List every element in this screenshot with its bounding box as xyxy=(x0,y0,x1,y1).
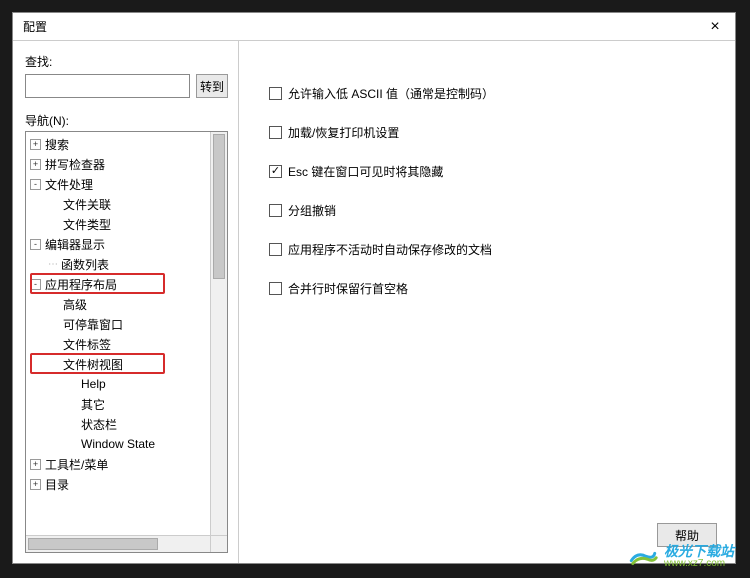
tree-item-label: 工具栏/菜单 xyxy=(45,456,108,473)
tree-item[interactable]: 高级 xyxy=(28,294,225,314)
search-input[interactable] xyxy=(25,74,190,98)
tree-item-label: Window State xyxy=(81,437,155,451)
tree-item[interactable]: 其它 xyxy=(28,394,225,414)
tree-item-label: 目录 xyxy=(45,476,69,493)
tree-item-label: Help xyxy=(81,377,106,391)
tree-item[interactable]: 可停靠窗口 xyxy=(28,314,225,334)
checkbox[interactable] xyxy=(269,126,282,139)
right-panel: 允许输入低 ASCII 值（通常是控制码） 加载/恢复打印机设置 Esc 键在窗口可… xyxy=(239,41,735,563)
option-row: 合并行时保留行首空格 xyxy=(269,280,715,297)
goto-button[interactable]: 转到 xyxy=(196,74,228,98)
option-row: 允许输入低 ASCII 值（通常是控制码） xyxy=(269,85,715,102)
close-button[interactable]: × xyxy=(699,16,731,38)
tree-scrollbar-horizontal[interactable] xyxy=(26,535,210,552)
tree-item-label: 文件标签 xyxy=(63,336,111,353)
tree-item-label: 编辑器显示 xyxy=(45,236,105,253)
tree-item[interactable]: 文件类型 xyxy=(28,214,225,234)
option-label: 加载/恢复打印机设置 xyxy=(288,124,399,141)
option-row: 分组撤销 xyxy=(269,202,715,219)
tree-item[interactable]: ⋯ 函数列表 xyxy=(28,254,225,274)
tree-item[interactable]: + 拼写检查器 xyxy=(28,154,225,174)
options-list: 允许输入低 ASCII 值（通常是控制码） 加载/恢复打印机设置 Esc 键在窗口可… xyxy=(269,85,715,297)
nav-label: 导航(N): xyxy=(25,112,228,129)
checkbox[interactable] xyxy=(269,165,282,178)
tree-item-label: 可停靠窗口 xyxy=(63,316,123,333)
option-row: 加载/恢复打印机设置 xyxy=(269,124,715,141)
tree-item[interactable]: + 搜索 xyxy=(28,134,225,154)
tree-item-label: 文件关联 xyxy=(63,196,111,213)
tree-item-label: 状态栏 xyxy=(81,416,117,433)
tree-item-label: 其它 xyxy=(81,396,105,413)
tree-item-label: 文件类型 xyxy=(63,216,111,233)
titlebar: 配置 × xyxy=(13,13,735,41)
tree-item[interactable]: + 工具栏/菜单 xyxy=(28,454,225,474)
expand-icon[interactable]: + xyxy=(30,159,41,170)
tree-item[interactable]: Help xyxy=(28,374,225,394)
tree-item-label: 搜索 xyxy=(45,136,69,153)
checkbox[interactable] xyxy=(269,204,282,217)
tree-item[interactable]: 状态栏 xyxy=(28,414,225,434)
option-label: 允许输入低 ASCII 值（通常是控制码） xyxy=(288,85,494,102)
tree-item-label: 拼写检查器 xyxy=(45,156,105,173)
option-label: 分组撤销 xyxy=(288,202,336,219)
tree-scrollbar-vertical[interactable] xyxy=(210,132,227,535)
tree-item[interactable]: -文件处理 xyxy=(28,174,225,194)
expand-icon[interactable]: + xyxy=(30,459,41,470)
tree-content: +搜索+拼写检查器-文件处理文件关联文件类型-编辑器显示⋯函数列表-应用程序布局… xyxy=(26,132,227,496)
left-panel: 查找: 转到 导航(N): +搜索+拼写检查器-文件处理文件关联文件类型-编辑器… xyxy=(13,41,239,563)
search-row: 转到 xyxy=(25,74,228,98)
scroll-thumb[interactable] xyxy=(28,538,158,550)
collapse-icon[interactable]: - xyxy=(30,179,41,190)
option-label: 应用程序不活动时自动保存修改的文档 xyxy=(288,241,492,258)
option-label: 合并行时保留行首空格 xyxy=(288,280,408,297)
dots-icon: ⋯ xyxy=(48,259,57,270)
option-label: Esc 键在窗口可见时将其隐藏 xyxy=(288,163,443,180)
config-dialog: 配置 × 查找: 转到 导航(N): +搜索+拼写检查器-文件处理文件关联文件类… xyxy=(12,12,736,564)
option-row: 应用程序不活动时自动保存修改的文档 xyxy=(269,241,715,258)
highlight-file-tree-view xyxy=(30,353,165,374)
expand-icon[interactable]: + xyxy=(30,139,41,150)
dialog-title: 配置 xyxy=(23,18,699,35)
nav-tree: +搜索+拼写检查器-文件处理文件关联文件类型-编辑器显示⋯函数列表-应用程序布局… xyxy=(25,131,228,553)
scroll-corner xyxy=(210,535,227,552)
checkbox[interactable] xyxy=(269,87,282,100)
tree-item[interactable]: 文件关联 xyxy=(28,194,225,214)
option-row: Esc 键在窗口可见时将其隐藏 xyxy=(269,163,715,180)
tree-item[interactable]: Window State xyxy=(28,434,225,454)
dialog-body: 查找: 转到 导航(N): +搜索+拼写检查器-文件处理文件关联文件类型-编辑器… xyxy=(13,41,735,563)
search-label: 查找: xyxy=(25,53,228,70)
tree-item[interactable]: -编辑器显示 xyxy=(28,234,225,254)
help-button[interactable]: 帮助 xyxy=(657,523,717,547)
tree-item[interactable]: 文件标签 xyxy=(28,334,225,354)
checkbox[interactable] xyxy=(269,243,282,256)
checkbox[interactable] xyxy=(269,282,282,295)
tree-item-label: 高级 xyxy=(63,296,87,313)
tree-item-label: 函数列表 xyxy=(61,256,109,273)
scroll-thumb[interactable] xyxy=(213,134,225,279)
tree-item-label: 文件处理 xyxy=(45,176,93,193)
tree-item[interactable]: + 目录 xyxy=(28,474,225,494)
collapse-icon[interactable]: - xyxy=(30,239,41,250)
expand-icon[interactable]: + xyxy=(30,479,41,490)
close-icon: × xyxy=(710,18,719,36)
highlight-app-layout xyxy=(30,273,165,294)
